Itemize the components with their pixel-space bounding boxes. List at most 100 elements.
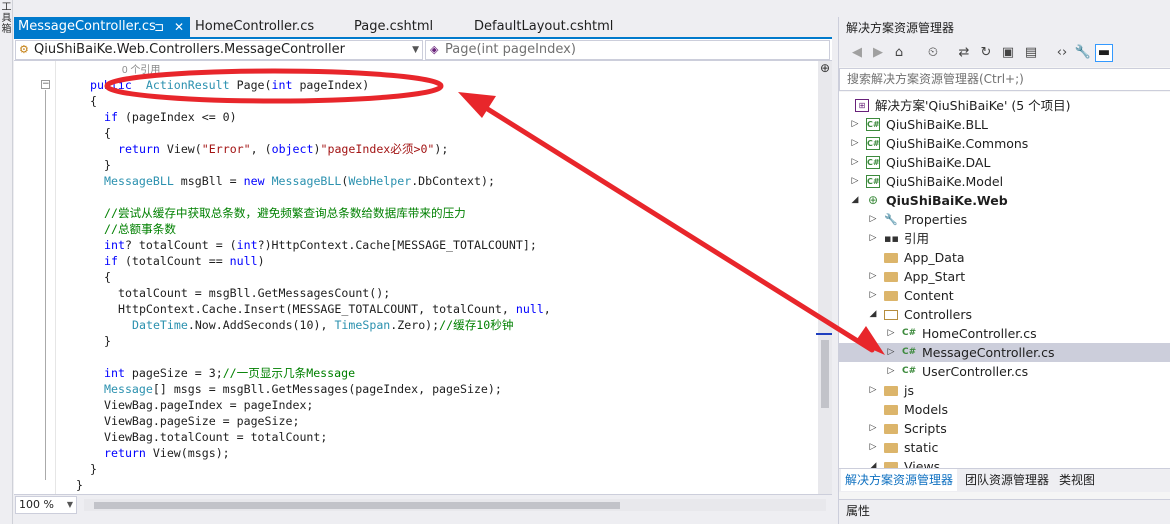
- expand-arrow-icon[interactable]: ▷: [868, 419, 878, 438]
- tree-item[interactable]: ▷ Scripts: [839, 419, 1170, 438]
- expand-arrow-icon[interactable]: ▷: [886, 343, 896, 362]
- code-line[interactable]: }: [90, 461, 97, 477]
- code-line[interactable]: Message[] msgs = msgBll.GetMessages(page…: [104, 381, 502, 397]
- expand-arrow-icon[interactable]: ▷: [868, 286, 878, 305]
- expand-arrow-icon[interactable]: ▷: [850, 115, 860, 134]
- expand-arrow-icon[interactable]: ▷: [868, 381, 878, 400]
- show-files-icon[interactable]: ▤: [1022, 44, 1040, 62]
- code-text[interactable]: 0 个引用 public ActionResult Page(int pageI…: [62, 61, 822, 494]
- tab-team-explorer[interactable]: 团队资源管理器: [961, 469, 1053, 491]
- expand-arrow-icon[interactable]: ▷: [850, 134, 860, 153]
- code-line[interactable]: totalCount = msgBll.GetMessagesCount();: [118, 285, 390, 301]
- preview-icon[interactable]: ▬: [1095, 44, 1113, 62]
- code-line[interactable]: int? totalCount = (int?)HttpContext.Cach…: [104, 237, 537, 253]
- code-line[interactable]: if (pageIndex <= 0): [104, 109, 237, 125]
- expand-arrow-icon[interactable]: ▷: [868, 267, 878, 286]
- tab-solution-explorer[interactable]: 解决方案资源管理器: [841, 469, 958, 491]
- expand-arrow-icon[interactable]: ▷: [886, 324, 896, 343]
- tree-item[interactable]: ▷ C# QiuShiBaiKe.Model: [839, 172, 1170, 191]
- code-line[interactable]: return View("Error", (object)"pageIndex必…: [118, 141, 448, 157]
- tab-class-view[interactable]: 类视图: [1055, 469, 1099, 491]
- code-line[interactable]: {: [90, 93, 97, 109]
- pin-icon[interactable]: ⊐: [154, 17, 164, 37]
- code-line[interactable]: DateTime.Now.AddSeconds(10), TimeSpan.Ze…: [132, 317, 513, 333]
- expand-arrow-icon[interactable]: ▷: [850, 153, 860, 172]
- tree-item[interactable]: ▷ C# HomeController.cs: [839, 324, 1170, 343]
- code-line[interactable]: public ActionResult Page(int pageIndex): [90, 77, 369, 93]
- tab-default-layout[interactable]: DefaultLayout.cshtml: [474, 17, 613, 37]
- close-icon[interactable]: ✕: [174, 17, 184, 37]
- code-editor[interactable]: − 0 个引用 public ActionResult Page(int pag…: [14, 61, 832, 494]
- code-line[interactable]: ViewBag.pageSize = pageSize;: [104, 413, 299, 429]
- toolbox-sidebar[interactable]: 工 具 箱: [0, 0, 13, 524]
- code-line[interactable]: {: [104, 125, 111, 141]
- horizontal-scrollbar[interactable]: [84, 499, 826, 511]
- code-line[interactable]: int pageSize = 3;//一页显示几条Message: [104, 365, 355, 381]
- web-project-icon: ⊕: [867, 193, 879, 207]
- collapse-all-icon[interactable]: ▣: [999, 44, 1017, 62]
- code-line[interactable]: MessageBLL msgBll = new MessageBLL(WebHe…: [104, 173, 495, 189]
- expand-arrow-icon[interactable]: ▷: [868, 210, 878, 229]
- solution-search-input[interactable]: 搜索解决方案资源管理器(Ctrl+;): [839, 68, 1170, 91]
- collapse-arrow-icon[interactable]: ◢: [868, 305, 878, 324]
- code-line[interactable]: if (totalCount == null): [104, 253, 265, 269]
- code-line[interactable]: //总额事条数: [104, 221, 176, 237]
- tree-item[interactable]: ▷ C# QiuShiBaiKe.Commons: [839, 134, 1170, 153]
- tree-item[interactable]: ◢ ⊕ QiuShiBaiKe.Web: [839, 191, 1170, 210]
- tree-item[interactable]: ▷ 🔧 Properties: [839, 210, 1170, 229]
- tree-item[interactable]: Models: [839, 400, 1170, 419]
- tree-item[interactable]: ▷ C# MessageController.cs: [839, 343, 1170, 362]
- code-token: if: [104, 110, 118, 124]
- vertical-scrollbar[interactable]: ⊕: [818, 61, 832, 494]
- code-line[interactable]: }: [76, 477, 83, 493]
- tree-item[interactable]: ◢ Views: [839, 457, 1170, 468]
- back-icon[interactable]: ◀: [848, 44, 866, 62]
- tree-item[interactable]: ▷ js: [839, 381, 1170, 400]
- code-token: ViewBag.pageSize = pageSize;: [104, 414, 300, 428]
- member-scope-dropdown[interactable]: ◈ Page(int pageIndex): [425, 40, 830, 60]
- expand-arrow-icon[interactable]: ▷: [868, 229, 878, 248]
- refresh-icon[interactable]: ↻: [977, 44, 995, 62]
- properties-icon[interactable]: 🔧: [1074, 44, 1092, 62]
- tree-item[interactable]: ◢ Controllers: [839, 305, 1170, 324]
- home-icon[interactable]: ⌂: [890, 44, 908, 62]
- split-icon[interactable]: ⊕: [818, 61, 832, 77]
- zoom-dropdown[interactable]: 100 % ▼: [15, 496, 77, 514]
- class-scope-dropdown[interactable]: ⚙ QiuShiBaiKe.Web.Controllers.MessageCon…: [15, 40, 423, 60]
- code-line[interactable]: {: [104, 269, 111, 285]
- tab-home-controller[interactable]: HomeController.cs: [195, 17, 314, 37]
- scroll-thumb[interactable]: [821, 340, 829, 408]
- forward-icon[interactable]: ▶: [869, 44, 887, 62]
- view-code-icon[interactable]: ‹›: [1053, 44, 1071, 62]
- collapse-icon[interactable]: −: [41, 80, 50, 89]
- tab-page-cshtml[interactable]: Page.cshtml: [354, 17, 433, 37]
- sync-icon[interactable]: ⇄: [955, 44, 973, 62]
- tree-item[interactable]: ▷ C# QiuShiBaiKe.DAL: [839, 153, 1170, 172]
- bottom-strip: [14, 514, 832, 524]
- tree-item[interactable]: ▷ App_Start: [839, 267, 1170, 286]
- tree-item[interactable]: ▷ static: [839, 438, 1170, 457]
- tree-item[interactable]: ▷ ▪▪ 引用: [839, 229, 1170, 248]
- code-line[interactable]: HttpContext.Cache.Insert(MESSAGE_TOTALCO…: [118, 301, 551, 317]
- expand-arrow-icon[interactable]: ▷: [886, 362, 896, 381]
- caret-position-marker: [816, 333, 832, 335]
- code-line[interactable]: //尝试从缓存中获取总条数，避免频繁查询总条数给数据库带来的压力: [104, 205, 466, 221]
- tree-item[interactable]: ▷ C# UserController.cs: [839, 362, 1170, 381]
- tree-item[interactable]: ▷ Content: [839, 286, 1170, 305]
- solution-tree[interactable]: ⊞ 解决方案'QiuShiBaiKe' (5 个项目) ▷ C# QiuShiBaiKe…: [839, 92, 1170, 468]
- collapse-arrow-icon[interactable]: ◢: [850, 191, 860, 210]
- expand-arrow-icon[interactable]: ▷: [868, 438, 878, 457]
- expand-arrow-icon[interactable]: ▷: [850, 172, 860, 191]
- history-icon[interactable]: ⏲: [924, 44, 942, 62]
- tree-item[interactable]: App_Data: [839, 248, 1170, 267]
- code-line[interactable]: return View(msgs);: [104, 445, 230, 461]
- code-line[interactable]: ViewBag.pageIndex = pageIndex;: [104, 397, 313, 413]
- tree-item[interactable]: ▷ C# QiuShiBaiKe.BLL: [839, 115, 1170, 134]
- scroll-thumb[interactable]: [94, 502, 620, 509]
- tab-message-controller[interactable]: MessageController.cs ⊐ ✕: [14, 17, 190, 37]
- code-line[interactable]: ViewBag.totalCount = totalCount;: [104, 429, 327, 445]
- tree-item[interactable]: ⊞ 解决方案'QiuShiBaiKe' (5 个项目): [839, 96, 1170, 115]
- code-line[interactable]: }: [104, 157, 111, 173]
- collapse-arrow-icon[interactable]: ◢: [868, 457, 878, 468]
- code-line[interactable]: }: [104, 333, 111, 349]
